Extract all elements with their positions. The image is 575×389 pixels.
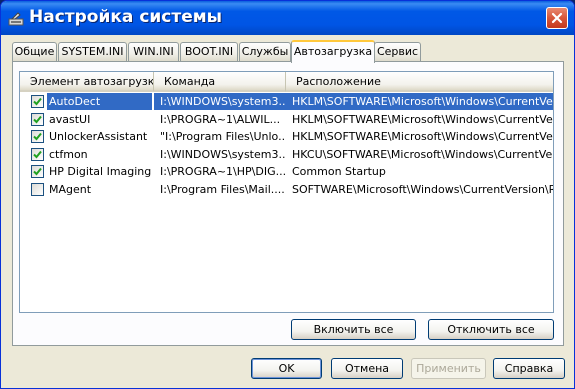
help-button[interactable]: Справка [493,358,565,379]
startup-item-name-cell: AutoDect [20,93,154,110]
window-title: Настройка системы [29,7,223,27]
system-configuration-window: Настройка системы Общие SYSTEM.INI WIN.I… [0,0,575,389]
startup-item-row[interactable]: AutoDect I:\WINDOWS\system3... HKLM\SOFTWA… [20,93,553,110]
tab-system-ini[interactable]: SYSTEM.INI [58,42,127,61]
startup-item-row[interactable]: HP Digital Imaging ... I:\PROGRA~1\HP\DIG… [20,163,553,180]
startup-item-location: HKLM\SOFTWARE\Microsoft\Windows\CurrentV… [292,112,553,126]
startup-item-name-cell: HP Digital Imaging ... [20,163,154,180]
startup-item-name-cell: UnlockerAssistant [20,128,154,145]
startup-item-name: ctfmon [49,147,88,161]
column-header-startup-item[interactable]: Элемент автозагрузки [20,72,154,92]
startup-item-row[interactable]: UnlockerAssistant "I:\Program Files\Unlo.… [20,128,553,145]
enable-checkbox[interactable] [31,183,44,196]
startup-item-name-cell: avastUI [20,111,154,128]
disable-all-button[interactable]: Отключить все [428,319,554,340]
tab-services[interactable]: Службы [239,42,291,61]
tab-startup[interactable]: Автозагрузка [291,40,375,63]
startup-item-command: I:\WINDOWS\system3... [154,93,286,110]
enable-checkbox[interactable] [31,165,44,179]
startup-item-location: HKCU\SOFTWARE\Microsoft\Windows\CurrentV… [292,147,553,161]
cancel-button[interactable]: Отмена [331,358,403,379]
apply-button[interactable]: Применить [411,358,486,379]
column-header-location[interactable]: Расположение [286,72,553,92]
startup-item-command: I:\Program Files\Mail.... [160,183,285,196]
checkmark-icon [33,133,42,141]
checkmark-icon [33,115,42,124]
close-icon [551,12,563,24]
enable-all-button[interactable]: Включить все [291,319,416,340]
enable-checkbox[interactable] [31,95,44,108]
startup-item-name: AutoDect [47,93,152,110]
enable-checkbox[interactable] [31,147,44,161]
startup-item-name: UnlockerAssistant [49,130,148,144]
startup-item-command: I:\PROGRA~1\HP\DIG... [160,165,286,179]
ok-button[interactable]: OK [251,358,322,379]
enable-checkbox[interactable] [31,112,44,126]
startup-item-location: HKLM\SOFTWARE\Microsoft\Windows\CurrentV… [286,93,553,110]
tab-win-ini[interactable]: WIN.INI [128,42,179,61]
startup-item-name: HP Digital Imaging ... [49,165,152,179]
startup-item-name: avastUI [49,112,91,126]
startup-item-row[interactable]: ctfmon I:\WINDOWS\system3... HKCU\SOFTWARE… [20,146,553,163]
column-header-command[interactable]: Команда [154,72,286,92]
checkmark-icon [33,168,42,176]
checkmark-icon [33,150,42,159]
startup-item-location: HKLM\SOFTWARE\Microsoft\Windows\CurrentV… [292,130,553,144]
startup-item-row[interactable]: MAgent I:\Program Files\Mail.... SOFTWARE\… [20,181,553,198]
startup-item-name: MAgent [49,183,92,196]
startup-item-name-cell: MAgent [20,181,154,198]
startup-item-row[interactable]: avastUI I:\PROGRA~1\ALWIL... HKLM\SOFTWARE… [20,111,553,128]
title-bar[interactable]: Настройка системы [1,1,574,35]
tab-boot-ini[interactable]: BOOT.INI [180,42,238,61]
startup-items-list[interactable]: Элемент автозагрузки Команда Расположени… [19,71,554,313]
checkmark-icon [33,97,42,106]
startup-item-location: SOFTWARE\Microsoft\Windows\CurrentVersio… [292,183,553,196]
startup-item-command: "I:\Program Files\Unlo... [160,130,286,144]
enable-checkbox[interactable] [31,130,44,144]
startup-item-location: Common Startup [292,165,386,179]
list-header: Элемент автозагрузки Команда Расположени… [20,72,553,92]
msconfig-icon [8,12,24,26]
tab-tools[interactable]: Сервис [374,42,421,61]
startup-item-command: I:\PROGRA~1\ALWIL... [160,112,281,126]
startup-item-name-cell: ctfmon [20,146,154,163]
startup-item-command: I:\WINDOWS\system3... [160,147,286,161]
close-button[interactable] [546,7,568,29]
tab-general[interactable]: Общие [12,42,57,61]
